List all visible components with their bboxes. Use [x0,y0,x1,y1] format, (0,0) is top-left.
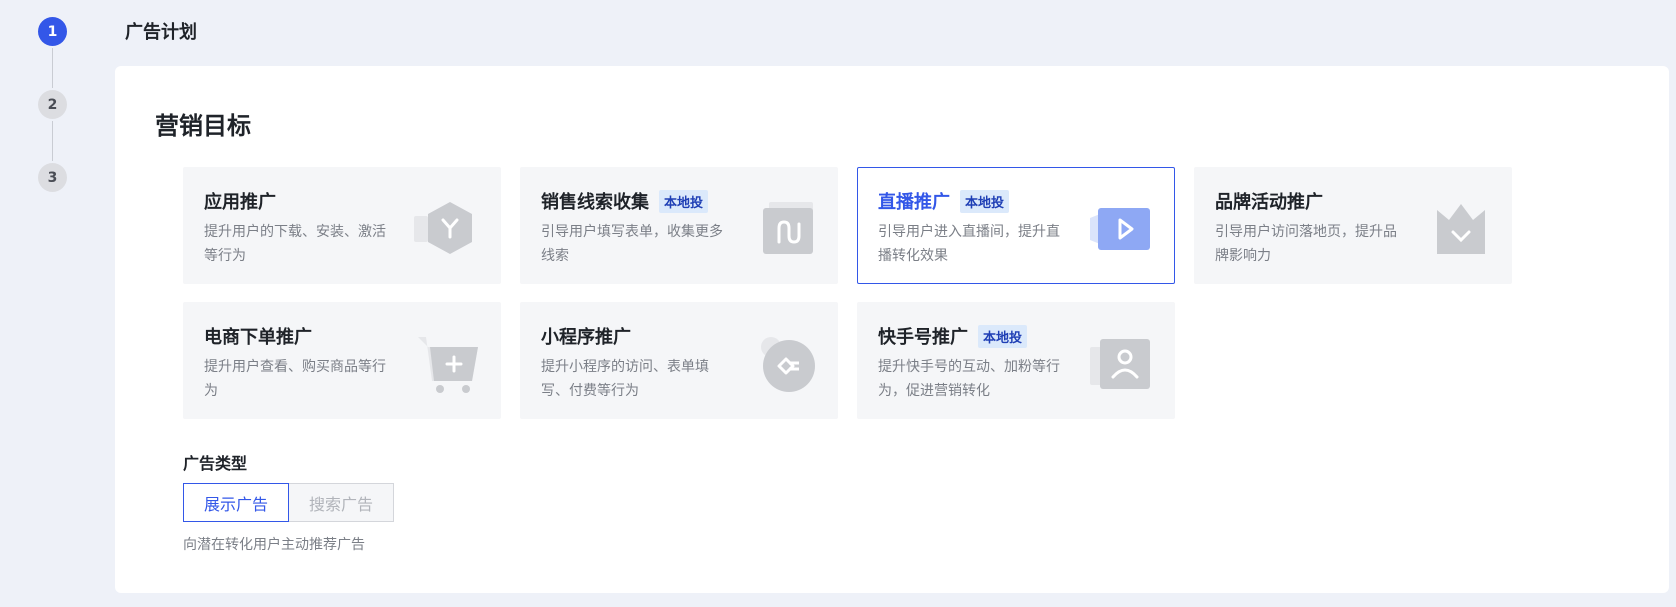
card-title-row: 销售线索收集 本地投 [541,188,709,214]
play-video-icon [1090,208,1150,250]
card-description: 引导用户访问落地页，提升品牌影响力 [1215,224,1397,264]
user-account-icon [1090,339,1150,389]
card-description: 引导用户进入直播间，提升直播转化效果 [878,224,1060,264]
folder-form-icon [763,202,813,254]
hexagon-app-icon [414,202,472,254]
page-title: 广告计划 [125,22,197,43]
card-description: 引导用户填写表单，收集更多线索 [541,224,723,264]
goal-card-app-promotion[interactable]: 应用推广 提升用户的下载、安装、激活等行为 [183,167,501,284]
card-title: 小程序推广 [541,327,631,348]
step-3-number: 3 [47,169,58,186]
marketing-panel: 营销目标 应用推广 提升用户的下载、安装、激活等行为 销售线索收集 本地投 引导… [115,66,1669,593]
card-title: 销售线索收集 [541,192,649,213]
mini-program-icon [761,337,815,392]
goal-card-lead-collection[interactable]: 销售线索收集 本地投 引导用户填写表单，收集更多线索 [520,167,838,284]
local-delivery-badge: 本地投 [659,189,709,213]
marketing-goal-title: 营销目标 [155,112,251,140]
ad-type-label: 广告类型 [183,454,248,473]
ad-type-search-button[interactable]: 搜索广告 [288,483,394,522]
step-2[interactable]: 2 [38,90,67,119]
shopping-cart-icon [418,337,478,393]
goal-card-mini-program[interactable]: 小程序推广 提升小程序的访问、表单填写、付费等行为 [520,302,838,419]
card-title-row: 快手号推广 本地投 [878,323,1028,349]
step-connector [52,48,53,88]
card-description: 提升小程序的访问、表单填写、付费等行为 [541,359,709,399]
local-delivery-badge: 本地投 [978,324,1028,348]
step-1-number: 1 [47,23,58,40]
step-3[interactable]: 3 [38,163,67,192]
card-title: 直播推广 [878,192,950,213]
card-title-row: 品牌活动推广 [1215,188,1323,214]
step-1[interactable]: 1 [38,17,67,46]
card-title: 快手号推广 [878,327,968,348]
goal-card-ecommerce-order[interactable]: 电商下单推广 提升用户查看、购买商品等行为 [183,302,501,419]
card-description: 提升用户查看、购买商品等行为 [204,359,386,399]
step-2-number: 2 [47,96,58,113]
card-title: 电商下单推广 [204,327,312,348]
ad-type-display-button[interactable]: 展示广告 [183,483,289,522]
card-description: 提升用户的下载、安装、激活等行为 [204,224,386,264]
card-title: 应用推广 [204,192,276,213]
card-description: 提升快手号的互动、加粉等行为，促进营销转化 [878,359,1060,399]
card-title-row: 小程序推广 [541,323,631,349]
local-delivery-badge: 本地投 [960,189,1010,213]
ad-type-hint: 向潜在转化用户主动推荐广告 [183,537,365,553]
goal-card-kuaishou-account[interactable]: 快手号推广 本地投 提升快手号的互动、加粉等行为，促进营销转化 [857,302,1175,419]
card-title: 品牌活动推广 [1215,192,1323,213]
crown-brand-icon [1437,204,1485,254]
goal-card-live-promotion[interactable]: 直播推广 本地投 引导用户进入直播间，提升直播转化效果 [857,167,1175,284]
card-title-row: 直播推广 本地投 [878,188,1010,214]
card-title-row: 电商下单推广 [204,323,312,349]
card-title-row: 应用推广 [204,188,276,214]
step-connector [52,121,53,161]
goal-card-brand-campaign[interactable]: 品牌活动推广 引导用户访问落地页，提升品牌影响力 [1194,167,1512,284]
